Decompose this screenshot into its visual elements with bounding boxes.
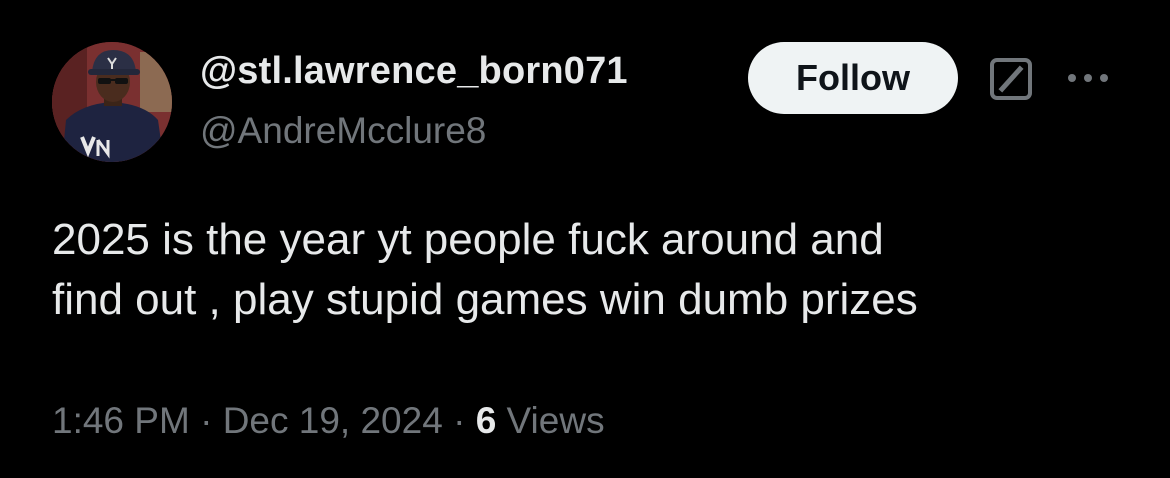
avatar[interactable] [52,42,172,162]
tweet-date[interactable]: Dec 19, 2024 [223,400,443,441]
meta-separator: · [453,400,466,441]
more-options-icon[interactable] [1064,66,1114,90]
author-handle[interactable]: @AndreMcclure8 [200,110,486,152]
follow-button[interactable]: Follow [748,42,958,114]
tweet-meta: 1:46 PM · Dec 19, 2024 · 6 Views [52,400,605,442]
tweet-time[interactable]: 1:46 PM [52,400,190,441]
author-display-name[interactable]: @stl.lawrence_born071 [200,50,628,93]
profile-photo [52,42,172,162]
meta-separator: · [200,400,213,441]
tweet-card: @stl.lawrence_born071 @AndreMcclure8 Fol… [0,0,1170,478]
views-label[interactable]: Views [507,400,605,441]
tweet-text: 2025 is the year yt people fuck around a… [52,210,1132,330]
views-count[interactable]: 6 [476,400,497,441]
grok-icon[interactable] [988,56,1034,102]
tweet-text-line: find out , play stupid games win dumb pr… [52,275,918,324]
tweet-text-line: 2025 is the year yt people fuck around a… [52,215,884,264]
